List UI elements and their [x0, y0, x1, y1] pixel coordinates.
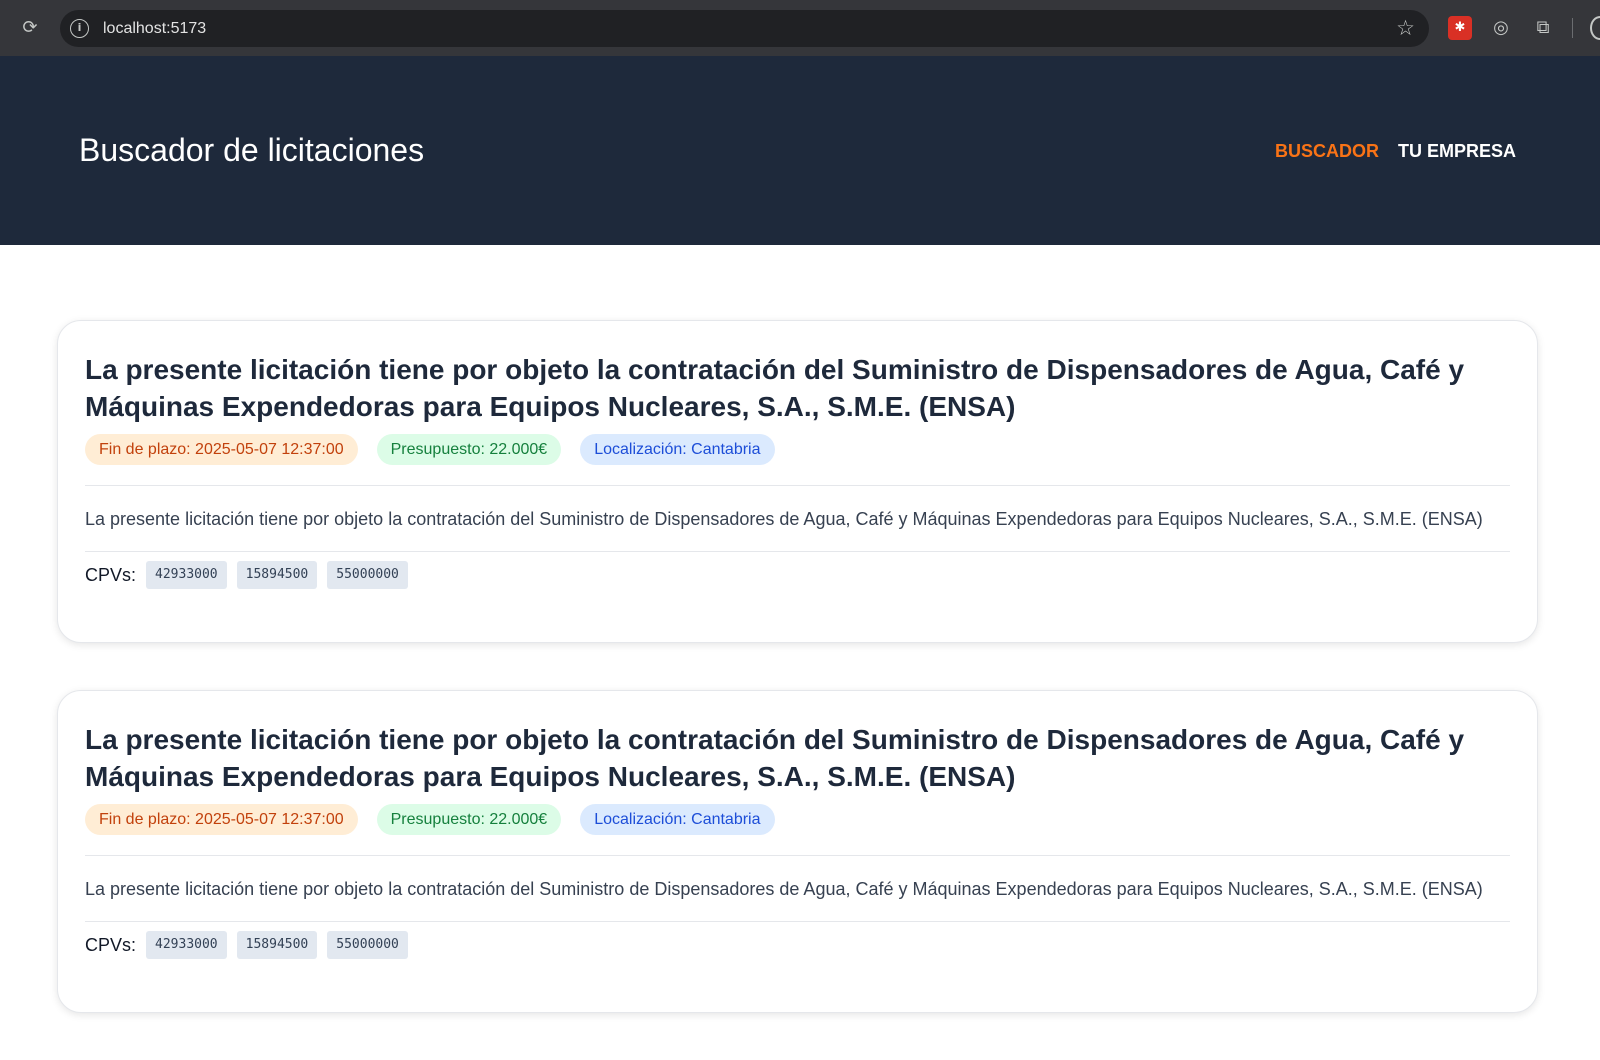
bookmark-star-icon[interactable]: ☆	[1396, 16, 1415, 40]
tender-title[interactable]: La presente licitación tiene por objeto …	[85, 351, 1510, 425]
tender-badges: Fin de plazo: 2025-05-07 12:37:00 Presup…	[85, 804, 1510, 835]
budget-badge: Presupuesto: 22.000€	[376, 804, 562, 835]
tender-description: La presente licitación tiene por objeto …	[85, 509, 1483, 529]
divider	[85, 855, 1510, 856]
extension-red-icon[interactable]: ✱	[1448, 16, 1472, 40]
toolbar-divider	[1572, 18, 1573, 38]
budget-badge: Presupuesto: 22.000€	[376, 434, 562, 465]
divider	[85, 485, 1510, 486]
cpv-label: CPVs:	[85, 934, 137, 955]
deadline-badge: Fin de plazo: 2025-05-07 12:37:00	[85, 804, 358, 835]
cpv-code: 15894500	[236, 931, 318, 959]
tender-title[interactable]: La presente licitación tiene por objeto …	[85, 721, 1510, 795]
tender-card[interactable]: La presente licitación tiene por objeto …	[57, 690, 1538, 1013]
target-icon[interactable]: ◎	[1489, 16, 1513, 40]
deadline-badge: Fin de plazo: 2025-05-07 12:37:00	[85, 434, 358, 465]
main-nav: BUSCADOR TU EMPRESA	[1275, 140, 1516, 162]
tender-description: La presente licitación tiene por objeto …	[85, 879, 1483, 899]
profile-icon[interactable]	[1590, 16, 1600, 40]
address-bar[interactable]: i localhost:5173 ☆	[60, 10, 1429, 47]
cpv-code: 55000000	[327, 931, 408, 959]
cpv-list: CPVs: 42933000 15894500 55000000	[85, 931, 1510, 959]
divider	[85, 551, 1510, 552]
divider	[85, 921, 1510, 922]
location-badge: Localización: Cantabria	[580, 804, 775, 835]
nav-link-buscador[interactable]: BUSCADOR	[1275, 140, 1379, 162]
tender-card[interactable]: La presente licitación tiene por objeto …	[57, 320, 1538, 643]
reload-icon[interactable]: ⟳	[18, 16, 42, 40]
page-title: Buscador de licitaciones	[79, 132, 425, 168]
url-text[interactable]: localhost:5173	[103, 19, 206, 38]
extensions-puzzle-icon[interactable]: ⧉	[1531, 16, 1555, 40]
site-info-icon[interactable]: i	[70, 19, 89, 38]
cpv-list: CPVs: 42933000 15894500 55000000	[85, 561, 1510, 589]
tender-list: La presente licitación tiene por objeto …	[57, 320, 1538, 1060]
tender-badges: Fin de plazo: 2025-05-07 12:37:00 Presup…	[85, 434, 1510, 465]
cpv-label: CPVs:	[85, 564, 137, 585]
cpv-code: 42933000	[146, 931, 227, 959]
cpv-code: 42933000	[146, 561, 227, 589]
cpv-code: 55000000	[327, 561, 408, 589]
nav-link-tu-empresa[interactable]: TU EMPRESA	[1398, 140, 1516, 162]
app-header: Buscador de licitaciones BUSCADOR TU EMP…	[0, 56, 1600, 245]
browser-toolbar: ⟳ i localhost:5173 ☆ ✱ ◎ ⧉	[0, 0, 1600, 56]
cpv-code: 15894500	[236, 561, 318, 589]
location-badge: Localización: Cantabria	[580, 434, 775, 465]
